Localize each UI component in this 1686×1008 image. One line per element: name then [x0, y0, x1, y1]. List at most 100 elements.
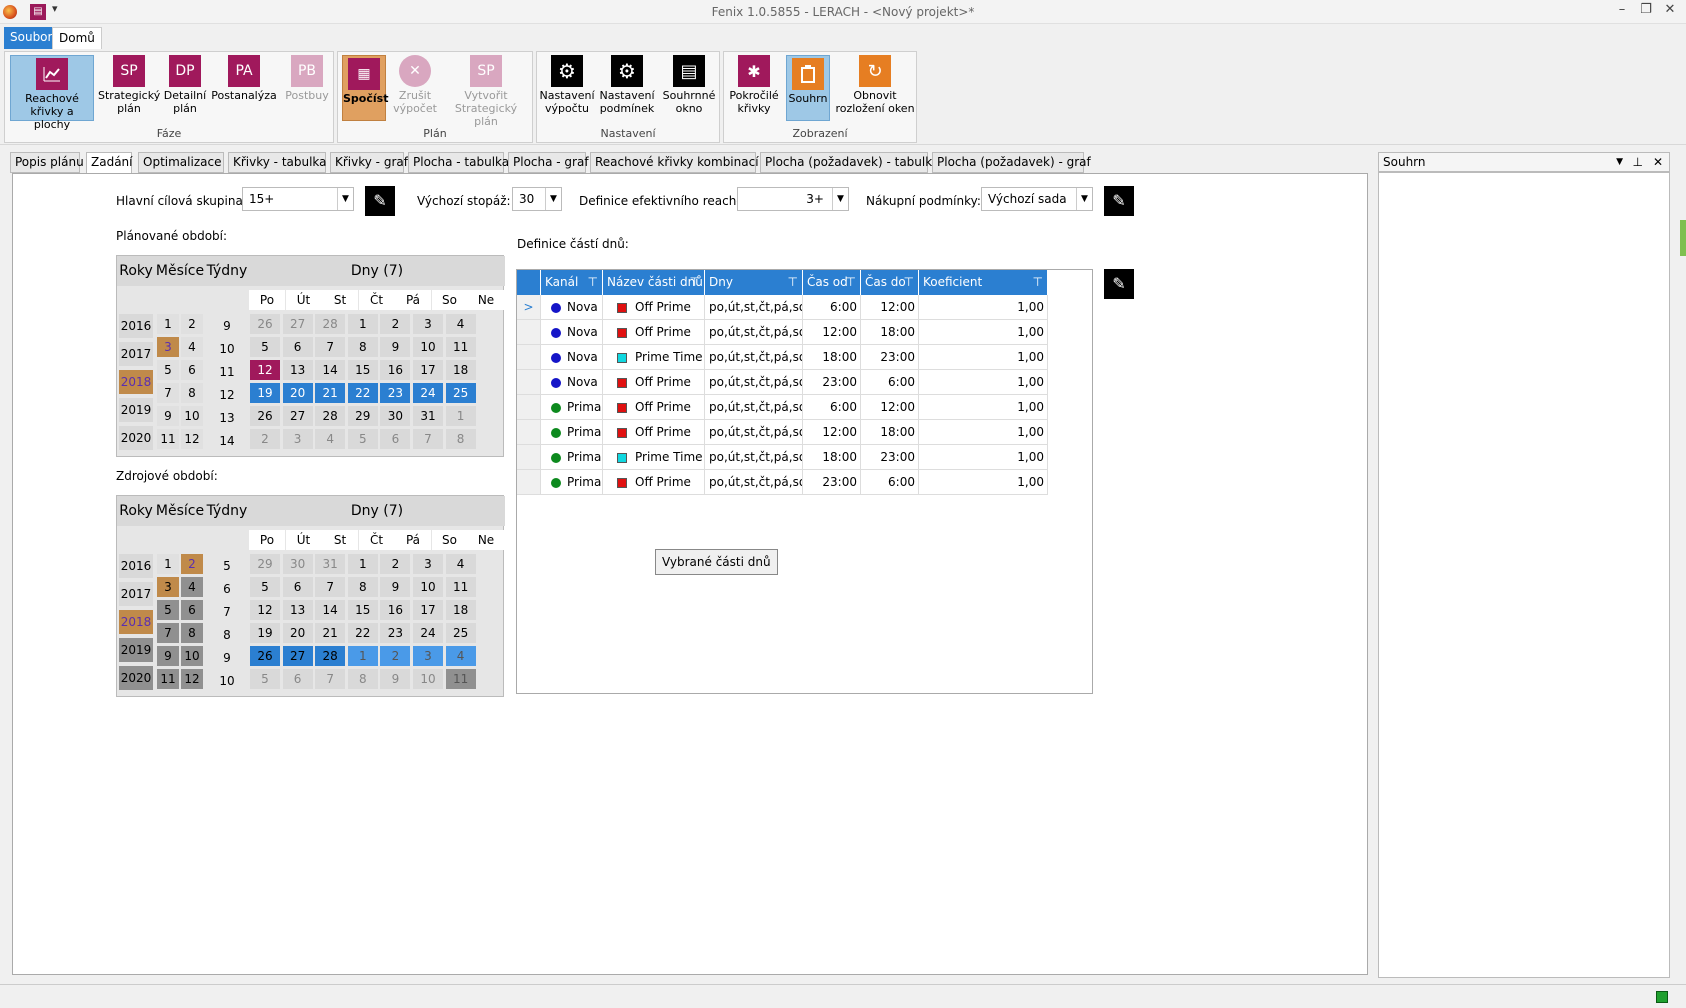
day-cell[interactable]: 5 — [250, 577, 280, 597]
day-cell[interactable]: 7 — [315, 337, 346, 357]
day-cell[interactable]: 6 — [380, 429, 411, 449]
week-cell[interactable]: 10 — [207, 339, 247, 359]
month-cell[interactable]: 2 — [181, 554, 203, 574]
day-cell[interactable]: 17 — [413, 360, 443, 380]
column-header[interactable]: Čas do ⊤ — [861, 270, 919, 295]
month-cell[interactable]: 4 — [181, 577, 203, 597]
day-cell[interactable]: 29 — [347, 406, 378, 426]
month-cell[interactable]: 5 — [157, 360, 179, 380]
minimize-icon[interactable]: – — [1612, 2, 1632, 17]
day-cell[interactable]: 23 — [380, 623, 411, 643]
scrollbar-thumb[interactable] — [1680, 220, 1686, 256]
day-cell[interactable]: 6 — [282, 669, 313, 689]
day-cell[interactable]: 28 — [315, 406, 346, 426]
column-header[interactable]: Čas od ⊤ — [803, 270, 861, 295]
day-cell[interactable]: 3 — [282, 429, 313, 449]
create-strategic-plan-button[interactable]: SP Vytvořit Strategický plán — [442, 55, 530, 128]
column-header[interactable]: Dny ⊤ — [705, 270, 803, 295]
day-cell[interactable]: 25 — [445, 383, 476, 403]
summary-window-button[interactable]: ▤ Souhrnné okno — [661, 55, 717, 115]
day-cell[interactable]: 21 — [315, 623, 346, 643]
column-header[interactable]: Kanál ⊤ — [541, 270, 603, 295]
tab-krivky-graf[interactable]: Křivky - graf — [330, 152, 408, 173]
row-selector[interactable] — [517, 470, 541, 495]
week-cell[interactable]: 14 — [207, 431, 247, 451]
reach-curves-button[interactable]: Reachové křivky a plochy — [10, 55, 94, 131]
row-selector[interactable] — [517, 320, 541, 345]
day-cell[interactable]: 10 — [413, 577, 443, 597]
filter-icon[interactable]: ⊤ — [904, 270, 914, 295]
day-cell[interactable]: 25 — [445, 623, 476, 643]
filter-icon[interactable]: ⊤ — [588, 270, 598, 295]
chevron-down-icon[interactable]: ▼ — [1616, 153, 1623, 171]
week-cell[interactable]: 5 — [207, 556, 247, 576]
year-cell[interactable]: 2020 — [119, 426, 153, 450]
day-cell[interactable]: 2 — [380, 314, 411, 334]
cancel-calc-button[interactable]: ✕ Zrušit výpočet — [390, 55, 440, 115]
day-cell[interactable]: 8 — [445, 429, 476, 449]
month-cell[interactable]: 7 — [157, 623, 179, 643]
day-cell[interactable]: 4 — [445, 314, 476, 334]
month-cell[interactable]: 12 — [181, 669, 203, 689]
week-cell[interactable]: 11 — [207, 362, 247, 382]
day-cell[interactable]: 12 — [250, 600, 280, 620]
row-selector[interactable] — [517, 420, 541, 445]
day-cell[interactable]: 10 — [413, 669, 443, 689]
calculate-button[interactable]: ▦ Spočíst — [342, 55, 388, 121]
week-cell[interactable]: 13 — [207, 408, 247, 428]
day-cell[interactable]: 16 — [380, 360, 411, 380]
day-cell[interactable]: 8 — [347, 669, 378, 689]
table-row[interactable]: PrimaOff Primepo,út,st,čt,pá,so,ne12:001… — [517, 420, 1092, 445]
month-cell[interactable]: 1 — [157, 314, 179, 334]
month-cell[interactable]: 10 — [181, 406, 203, 426]
month-cell[interactable]: 9 — [157, 646, 179, 666]
day-cell[interactable]: 30 — [282, 554, 313, 574]
day-cell[interactable]: 14 — [315, 600, 346, 620]
day-cell[interactable]: 20 — [282, 383, 313, 403]
tab-optimalizace[interactable]: Optimalizace — [138, 152, 224, 173]
day-cell[interactable]: 6 — [282, 577, 313, 597]
day-cell[interactable]: 15 — [347, 600, 378, 620]
day-cell[interactable]: 29 — [250, 554, 280, 574]
day-cell[interactable]: 19 — [250, 383, 280, 403]
column-header[interactable]: Název části dnů ⊤ — [603, 270, 705, 295]
table-row[interactable]: Nova Off Prime po,út,st,čt,pá,so,ne12:0018… — [517, 320, 1092, 345]
day-cell[interactable]: 5 — [347, 429, 378, 449]
month-cell[interactable]: 5 — [157, 600, 179, 620]
footage-combo[interactable]: 30 ▼ — [512, 187, 562, 211]
day-cell[interactable]: 8 — [347, 337, 378, 357]
column-header[interactable]: Koeficient sezónnosti ⊤ — [919, 270, 1048, 314]
day-cell[interactable]: 11 — [445, 337, 476, 357]
day-cell[interactable]: 22 — [347, 383, 378, 403]
day-cell[interactable]: 1 — [347, 314, 378, 334]
day-cell[interactable]: 9 — [380, 337, 411, 357]
day-cell[interactable]: 26 — [250, 314, 280, 334]
edit-target-pencil-icon[interactable]: ✎ — [365, 186, 395, 216]
week-cell[interactable]: 6 — [207, 579, 247, 599]
calc-settings-button[interactable]: ⚙ Nastavení výpočtu — [539, 55, 595, 115]
detail-plan-button[interactable]: DP Detailní plán — [163, 55, 207, 115]
tab-plocha-graf[interactable]: Plocha - graf — [508, 152, 589, 173]
day-cell[interactable]: 13 — [282, 600, 313, 620]
year-cell[interactable]: 2018 — [119, 370, 153, 394]
month-cell[interactable]: 7 — [157, 383, 179, 403]
month-cell[interactable]: 6 — [181, 360, 203, 380]
row-selector[interactable] — [517, 445, 541, 470]
day-cell[interactable]: 24 — [413, 383, 443, 403]
pin-icon[interactable]: ⊥ — [1633, 153, 1643, 171]
row-selector[interactable] — [517, 345, 541, 370]
day-cell[interactable]: 11 — [445, 669, 476, 689]
day-cell[interactable]: 26 — [250, 406, 280, 426]
day-cell[interactable]: 27 — [282, 314, 313, 334]
tab-plocha-pozadavek-graf[interactable]: Plocha (požadavek) - graf — [932, 152, 1091, 173]
filter-icon[interactable]: ⊤ — [788, 270, 798, 295]
month-cell[interactable]: 11 — [157, 429, 179, 449]
week-cell[interactable]: 10 — [207, 671, 247, 691]
day-cell[interactable]: 7 — [315, 577, 346, 597]
day-cell[interactable]: 3 — [413, 554, 443, 574]
week-cell[interactable]: 7 — [207, 602, 247, 622]
month-cell[interactable]: 9 — [157, 406, 179, 426]
day-cell[interactable]: 18 — [445, 600, 476, 620]
day-cell[interactable]: 2 — [250, 429, 280, 449]
day-cell[interactable]: 30 — [380, 406, 411, 426]
